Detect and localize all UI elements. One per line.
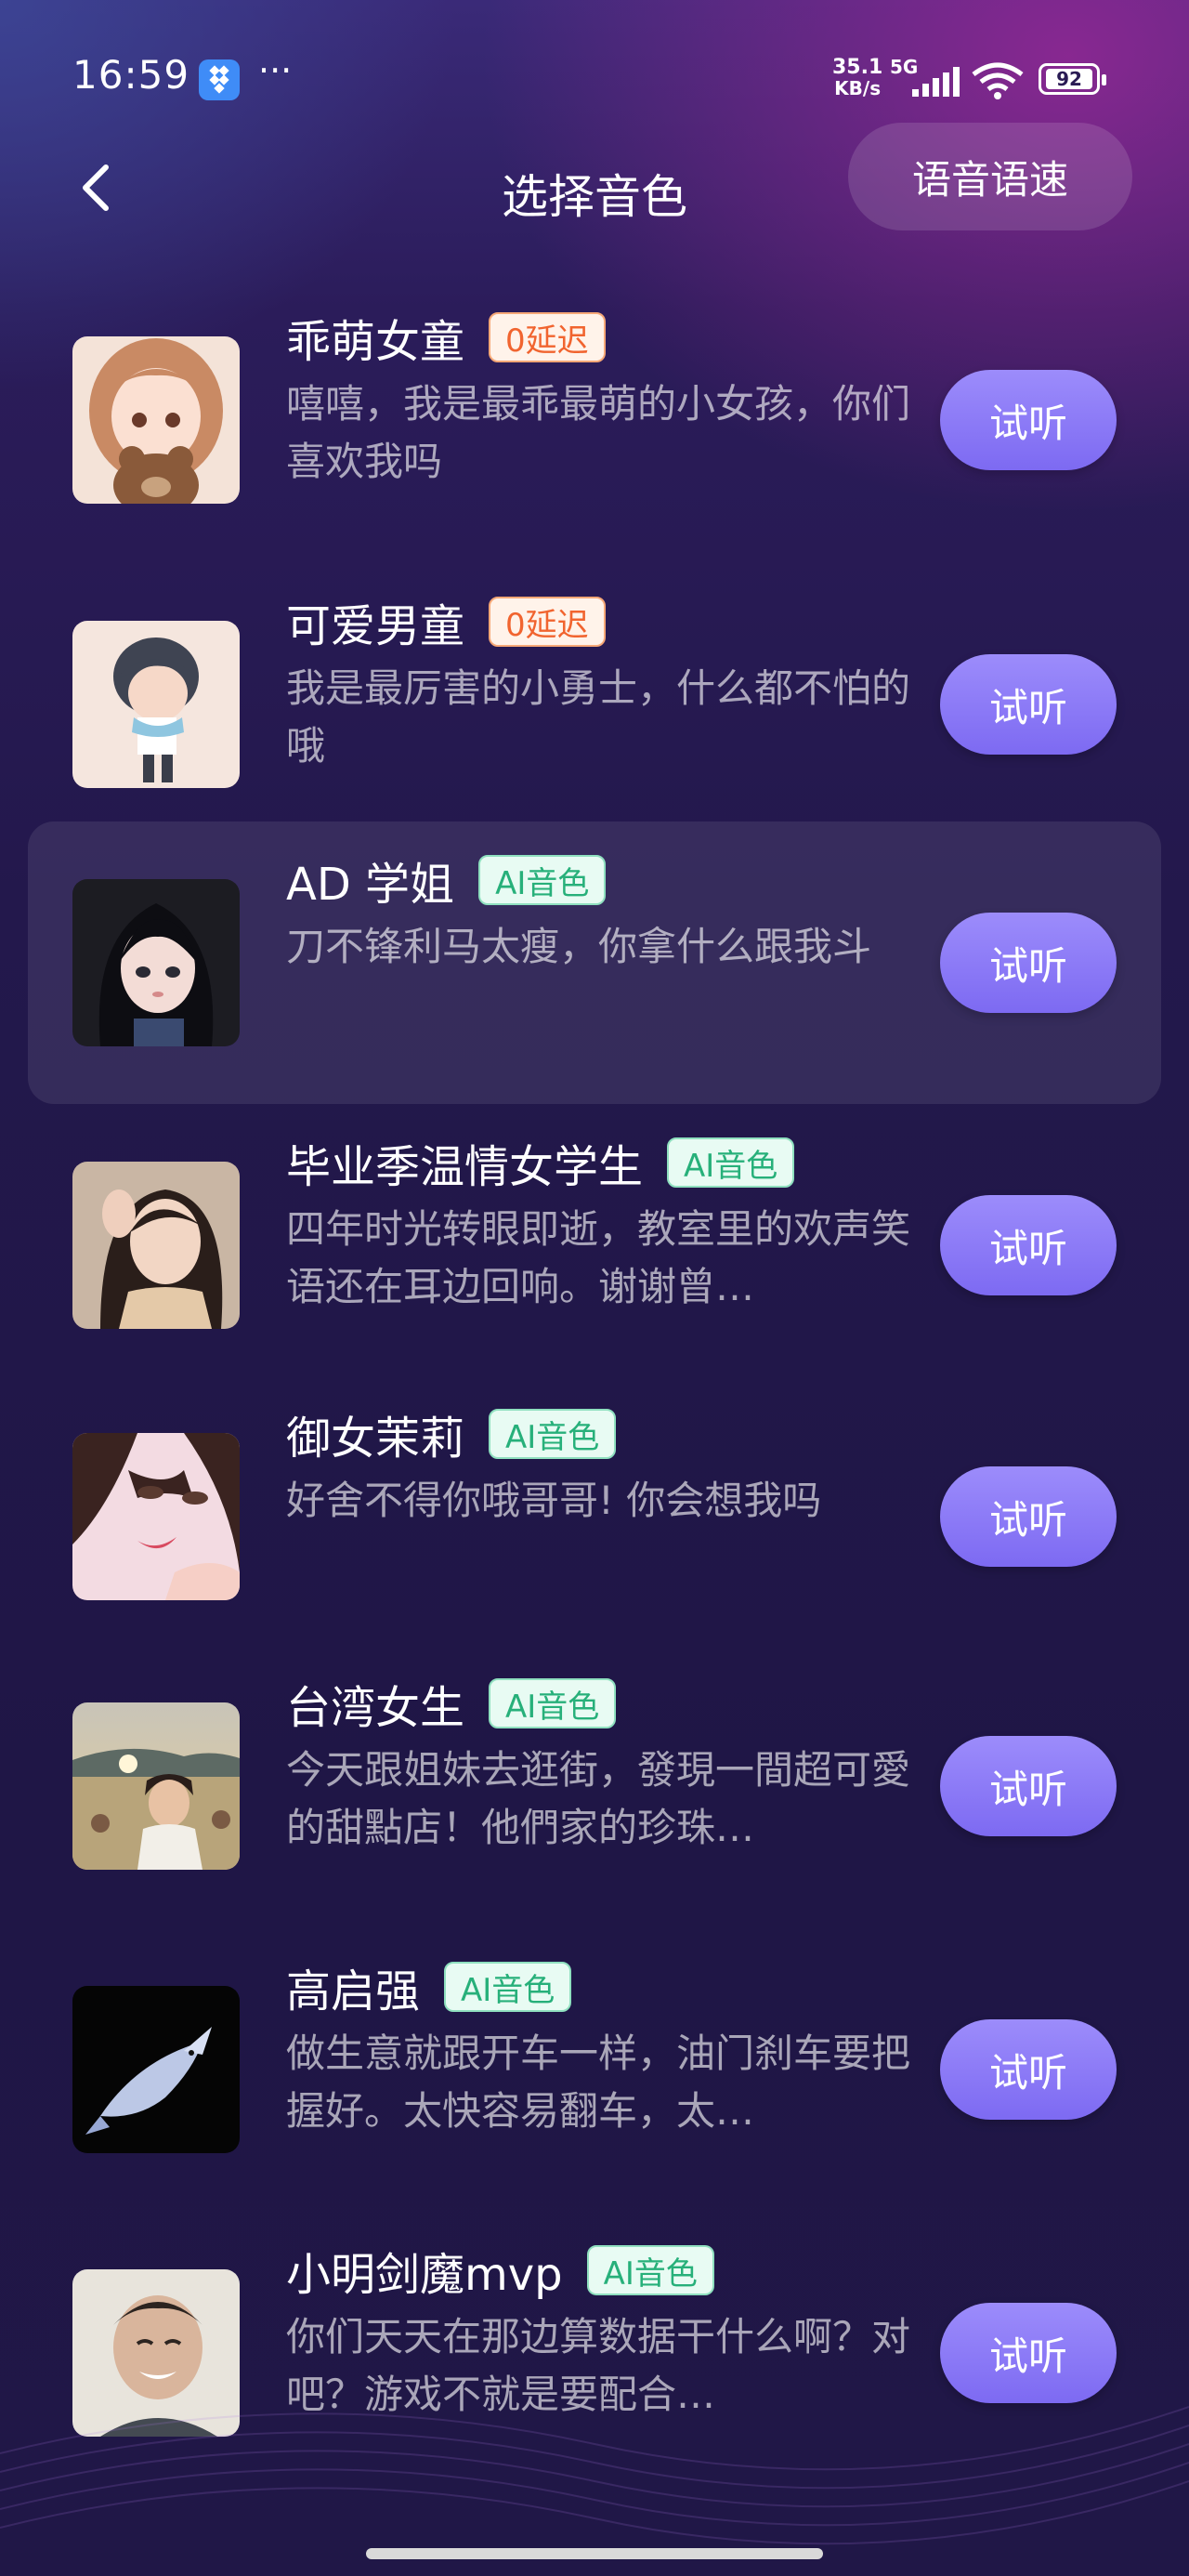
voice-item[interactable]: 御女茉莉 AI音色 好舍不得你哦哥哥! 你会想我吗 试听 [28, 1375, 1161, 1658]
voice-item[interactable]: 台湾女生 AI音色 今天跟姐妹去逛街，發現一間超可愛的甜點店！他們家的珍珠… 试… [28, 1645, 1161, 1927]
anime-woman-avatar [72, 1433, 240, 1600]
app-notification-icon [199, 59, 240, 100]
voice-name-line: 毕业季温情女学生 AI音色 [286, 1130, 795, 1195]
voice-description: 嘻嘻，我是最乖最萌的小女孩，你们喜欢我吗 [286, 381, 911, 484]
voice-name-line: 高启强 AI音色 [286, 1954, 572, 2019]
voice-description: 刀不锋利马太瘦，你拿什么跟我斗 [286, 924, 872, 969]
girl-with-bear-avatar [72, 336, 240, 504]
wifi-icon [972, 62, 1024, 99]
signal-icon [912, 67, 960, 97]
voice-name-line: 可爱男童 0延迟 [286, 589, 606, 654]
preview-button[interactable]: 试听 [940, 1736, 1117, 1836]
zero-delay-tag: 0延迟 [489, 597, 606, 647]
voice-description: 我是最厉害的小勇士，什么都不怕的哦 [286, 665, 911, 769]
preview-button[interactable]: 试听 [940, 913, 1117, 1013]
voice-description: 好舍不得你哦哥哥! 你会想我吗 [286, 1478, 822, 1523]
voice-item-selected[interactable]: AD 学姐 AI音色 刀不锋利马太瘦，你拿什么跟我斗 试听 [28, 821, 1161, 1104]
voice-name: 台湾女生 [286, 1682, 465, 1734]
decorative-wave [0, 2406, 1189, 2545]
ai-voice-tag: AI音色 [478, 855, 607, 905]
home-indicator[interactable] [366, 2548, 823, 2559]
voice-name: 高启强 [286, 1965, 421, 2017]
zero-delay-tag: 0延迟 [489, 312, 606, 362]
voice-item[interactable]: 乖萌女童 0延迟 嘻嘻，我是最乖最萌的小女孩，你们喜欢我吗 试听 [28, 279, 1161, 561]
voice-description: 今天跟姐妹去逛街，發現一間超可愛的甜點店！他們家的珍珠… [286, 1747, 911, 1850]
battery-level: 92 [1046, 69, 1092, 89]
preview-button[interactable]: 试听 [940, 1195, 1117, 1295]
preview-button[interactable]: 试听 [940, 1466, 1117, 1567]
anime-girl-black-hair-avatar [72, 879, 240, 1046]
voice-name-line: 台湾女生 AI音色 [286, 1671, 617, 1736]
network-speed: 35.1 KB/s [832, 58, 882, 99]
beach-photo-avatar [72, 1702, 240, 1870]
voice-name: 可爱男童 [286, 600, 465, 652]
preview-button[interactable]: 试听 [940, 370, 1117, 470]
battery-icon: 92 [1039, 63, 1106, 95]
ai-voice-tag: AI音色 [667, 1137, 795, 1188]
ai-voice-tag: AI音色 [444, 1962, 572, 2012]
voice-description: 四年时光转眼即逝，教室里的欢声笑语还在耳边回响。谢谢曾… [286, 1206, 911, 1309]
net-speed-unit: KB/s [834, 77, 882, 99]
voice-name: 毕业季温情女学生 [286, 1141, 644, 1193]
ai-voice-tag: AI音色 [489, 1678, 617, 1728]
status-time: 16:59 [72, 52, 190, 98]
anime-boy-avatar [72, 621, 240, 788]
voice-name-line: 乖萌女童 0延迟 [286, 305, 606, 370]
voice-name: 乖萌女童 [286, 316, 465, 368]
voice-item[interactable]: 高启强 AI音色 做生意就跟开车一样，油门刹车要把握好。太快容易翻车，太… 试听 [28, 1928, 1161, 2211]
more-notifications-icon: ··· [258, 50, 293, 91]
voice-name: 御女茉莉 [286, 1413, 465, 1465]
preview-button[interactable]: 试听 [940, 2019, 1117, 2120]
net-speed-value: 35.1 [832, 56, 883, 79]
voice-item[interactable]: 毕业季温情女学生 AI音色 四年时光转眼即逝，教室里的欢声笑语还在耳边回响。谢谢… [28, 1104, 1161, 1387]
preview-button[interactable]: 试听 [940, 654, 1117, 755]
status-bar: 16:59 ··· 35.1 KB/s 5G 92 [0, 0, 1189, 139]
voice-speed-button[interactable]: 语音语速 [848, 123, 1132, 230]
voice-item[interactable]: 可爱男童 0延迟 我是最厉害的小勇士，什么都不怕的哦 试听 [28, 563, 1161, 846]
voice-name: AD 学姐 [286, 859, 455, 911]
girl-photo-avatar [72, 1162, 240, 1329]
fish-avatar [72, 1986, 240, 2153]
voice-name-line: AD 学姐 AI音色 [286, 848, 607, 913]
ai-voice-tag: AI音色 [489, 1409, 617, 1459]
voice-description: 做生意就跟开车一样，油门刹车要把握好。太快容易翻车，太… [286, 2031, 911, 2134]
voice-name-line: 御女茉莉 AI音色 [286, 1401, 617, 1466]
